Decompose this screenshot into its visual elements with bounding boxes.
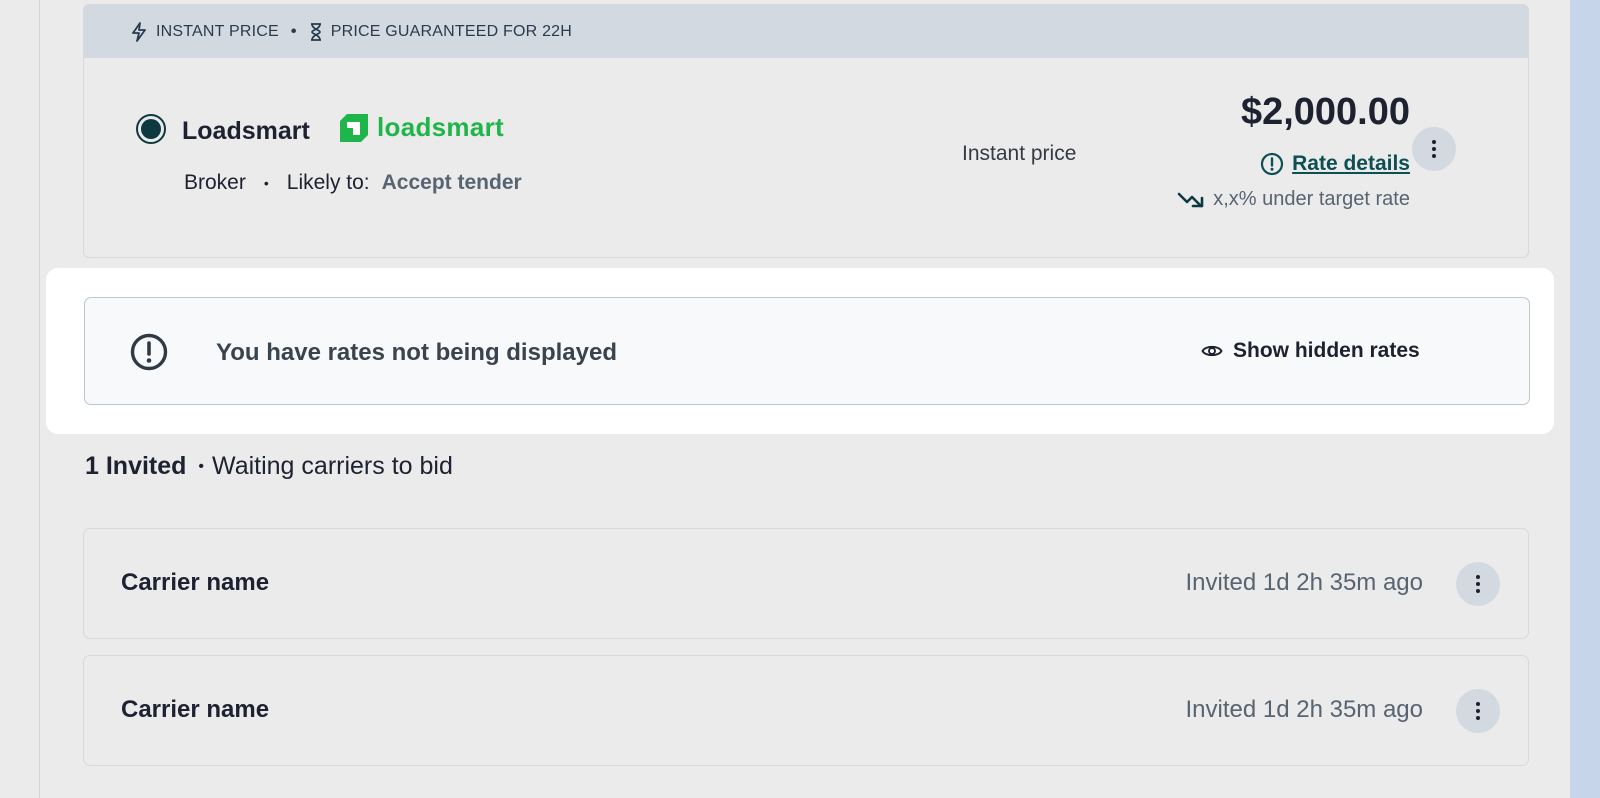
kebab-icon xyxy=(1476,702,1480,720)
hidden-rates-message: You have rates not being displayed xyxy=(216,339,617,366)
invited-separator: • xyxy=(198,457,205,475)
kebab-icon xyxy=(1432,140,1436,158)
instant-price-tag: INSTANT PRICE xyxy=(130,21,279,42)
quote-card: INSTANT PRICE • PRICE GUARANTEED FOR 22H… xyxy=(83,4,1529,258)
hidden-rates-highlight: You have rates not being displayed Show … xyxy=(46,268,1554,434)
carrier-title: Loadsmart xyxy=(182,117,310,145)
eye-icon xyxy=(1201,345,1223,357)
hourglass-icon xyxy=(310,22,321,41)
guarantee-tag: PRICE GUARANTEED FOR 22H xyxy=(309,22,572,42)
rate-details-label: Rate details xyxy=(1292,152,1410,175)
loadsmart-logo: loadsmart xyxy=(339,112,504,143)
meta-separator: • xyxy=(263,175,269,191)
invited-carrier-row: Carrier name Invited 1d 2h 35m ago xyxy=(83,528,1529,639)
instant-price-text: Instant price xyxy=(962,142,1077,165)
alert-circle-icon xyxy=(130,333,168,371)
kebab-icon xyxy=(1476,575,1480,593)
likely-label: Likely to: xyxy=(286,171,370,194)
loadsmart-logo-icon xyxy=(340,113,368,142)
quote-select-radio[interactable] xyxy=(136,114,166,144)
right-scroll-strip xyxy=(1570,0,1600,798)
left-gutter xyxy=(0,0,40,798)
invited-carrier-row: Carrier name Invited 1d 2h 35m ago xyxy=(83,655,1529,766)
info-circle-icon xyxy=(1261,152,1284,176)
hidden-rates-notice: You have rates not being displayed Show … xyxy=(84,297,1530,405)
invited-count: 1 Invited xyxy=(85,452,187,480)
show-hidden-rates-button[interactable]: Show hidden rates xyxy=(1201,339,1420,363)
carrier-name: Carrier name xyxy=(121,696,270,723)
banner-separator: • xyxy=(290,22,297,40)
quote-meta: Broker • Likely to: Accept tender xyxy=(184,171,522,195)
bolt-icon xyxy=(132,21,146,42)
radio-selected-dot xyxy=(141,119,161,139)
under-target-text: x,x% under target rate xyxy=(1213,188,1410,210)
invited-time: Invited 1d 2h 35m ago xyxy=(1185,569,1423,596)
quote-banner: INSTANT PRICE • PRICE GUARANTEED FOR 22H xyxy=(84,5,1528,58)
instant-price-label: INSTANT PRICE xyxy=(156,22,279,40)
quote-more-button[interactable] xyxy=(1412,127,1456,171)
show-hidden-rates-label: Show hidden rates xyxy=(1233,339,1420,362)
likely-value: Accept tender xyxy=(381,171,522,194)
logo-wordmark: loadsmart xyxy=(377,112,504,142)
carrier-type: Broker xyxy=(184,171,246,194)
carrier-name: Carrier name xyxy=(121,569,270,596)
invited-time: Invited 1d 2h 35m ago xyxy=(1185,696,1423,723)
carrier-more-button[interactable] xyxy=(1456,689,1500,733)
invited-header: 1 Invited • Waiting carriers to bid xyxy=(85,452,453,481)
under-target-info: x,x% under target rate xyxy=(1177,188,1410,211)
trend-down-icon xyxy=(1177,192,1204,207)
rate-details-link[interactable]: Rate details xyxy=(1260,152,1410,176)
quote-price: $2,000.00 xyxy=(1240,91,1410,133)
carrier-more-button[interactable] xyxy=(1456,562,1500,606)
guarantee-label: PRICE GUARANTEED FOR 22H xyxy=(330,22,573,40)
invited-status: Waiting carriers to bid xyxy=(212,452,453,480)
